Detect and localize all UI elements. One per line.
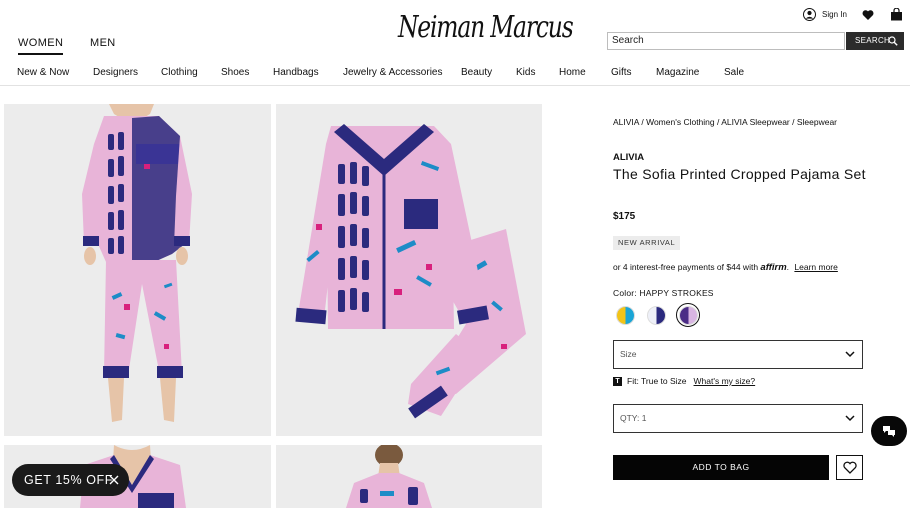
nav-item-designers[interactable]: Designers	[93, 67, 138, 78]
search-button-label: SEARCH	[855, 36, 891, 45]
main-nav: New & Now Designers Clothing Shoes Handb…	[0, 67, 910, 81]
size-select-label: Size	[620, 349, 637, 359]
search-input[interactable]: Search	[607, 32, 845, 50]
product-title: The Sofia Printed Cropped Pajama Set	[613, 166, 866, 182]
heart-outline-icon	[842, 461, 857, 474]
search-icon	[888, 36, 898, 46]
fit-text: Fit: True to Size	[627, 376, 687, 386]
learn-more-link[interactable]: Learn more	[794, 262, 837, 272]
add-to-wishlist-button[interactable]	[836, 455, 863, 480]
promo-label: GET 15% OFF	[24, 473, 114, 487]
user-icon	[803, 8, 816, 21]
product-image-model[interactable]	[4, 104, 271, 436]
installments-info: or 4 interest-free payments of $44 with …	[613, 262, 838, 273]
color-swatch-purple-lilac[interactable]	[676, 303, 700, 327]
fit-icon: T	[613, 376, 622, 386]
sign-in-label: Sign In	[822, 10, 847, 19]
color-swatch-yellow-blue[interactable]	[613, 303, 637, 327]
search-button[interactable]: SEARCH	[846, 32, 904, 50]
tab-men[interactable]: MEN	[90, 37, 116, 49]
product-brand[interactable]: ALIVIA	[613, 152, 644, 163]
chevron-down-icon	[845, 351, 855, 358]
product-price: $175	[613, 211, 636, 222]
installments-text: or 4 interest-free payments of $44 with	[613, 262, 759, 272]
chat-button[interactable]	[871, 416, 907, 446]
whats-my-size-link[interactable]: What's my size?	[694, 376, 756, 386]
tab-women[interactable]: WOMEN	[18, 37, 64, 55]
nav-item-shoes[interactable]: Shoes	[221, 67, 249, 78]
nav-item-beauty[interactable]: Beauty	[461, 67, 492, 78]
nav-item-handbags[interactable]: Handbags	[273, 67, 319, 78]
affirm-logo: affirm	[760, 262, 787, 273]
product-image-detail-2[interactable]	[276, 445, 542, 508]
nav-item-sale[interactable]: Sale	[724, 67, 744, 78]
nav-item-kids[interactable]: Kids	[516, 67, 535, 78]
new-arrival-badge: NEW ARRIVAL	[613, 236, 681, 250]
promo-pill[interactable]: GET 15% OFF	[12, 464, 129, 496]
nav-item-jewelry-accessories[interactable]: Jewelry & Accessories	[343, 67, 442, 78]
site-header: WOMEN MEN Neiman Marcus Sign In Search S…	[0, 0, 910, 86]
quantity-select-label: QTY: 1	[620, 413, 647, 423]
nav-item-magazine[interactable]: Magazine	[656, 67, 699, 78]
sign-in-link[interactable]: Sign In	[803, 8, 847, 21]
wishlist-heart-icon[interactable]	[862, 9, 874, 21]
size-select[interactable]: Size	[613, 340, 863, 369]
nav-item-home[interactable]: Home	[559, 67, 586, 78]
brand-logo[interactable]: Neiman Marcus	[398, 4, 574, 52]
product-image-flat-lay[interactable]	[276, 104, 542, 436]
color-label: Color: HAPPY STROKES	[613, 288, 714, 298]
chat-bubbles-icon	[883, 426, 895, 437]
shopping-bag-icon[interactable]	[890, 8, 903, 21]
nav-item-new-now[interactable]: New & Now	[17, 67, 69, 78]
breadcrumb[interactable]: ALIVIA / Women's Clothing / ALIVIA Sleep…	[613, 117, 837, 127]
close-icon[interactable]	[109, 475, 119, 485]
fit-info: T Fit: True to Size What's my size?	[613, 376, 755, 386]
nav-item-clothing[interactable]: Clothing	[161, 67, 198, 78]
quantity-select[interactable]: QTY: 1	[613, 404, 863, 433]
chevron-down-icon	[845, 415, 855, 422]
nav-item-gifts[interactable]: Gifts	[611, 67, 632, 78]
add-to-bag-button[interactable]: ADD TO BAG	[613, 455, 829, 480]
color-swatch-white-navy[interactable]	[644, 303, 668, 327]
